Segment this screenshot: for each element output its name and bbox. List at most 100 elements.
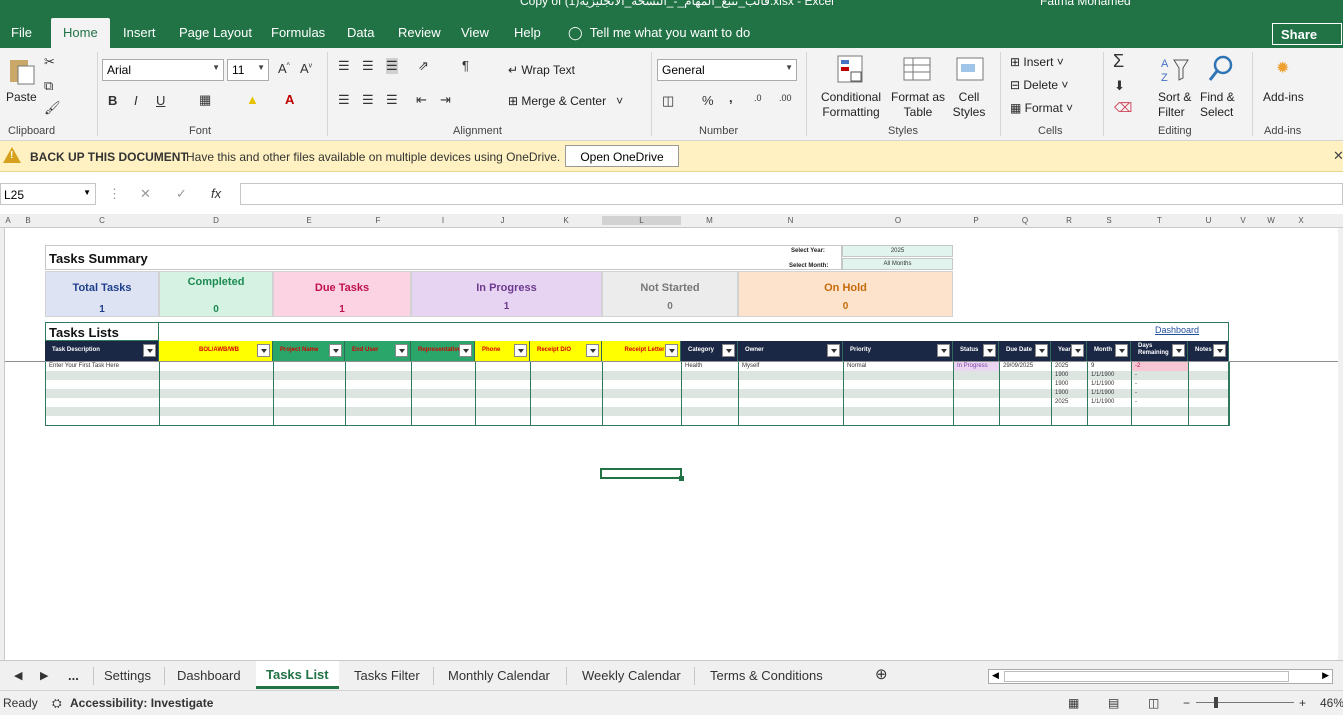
filter-dropdown-icon[interactable] [665, 344, 678, 357]
format-painter-icon[interactable]: 🖌 [44, 100, 61, 116]
table-cell[interactable]: - [1131, 398, 1188, 407]
column-header[interactable]: M [681, 216, 738, 225]
table-cell[interactable] [411, 407, 475, 416]
table-cell[interactable] [411, 371, 475, 380]
table-cell[interactable] [999, 380, 1051, 389]
column-header-cell[interactable]: Category [681, 341, 738, 361]
table-cell[interactable] [681, 398, 738, 407]
column-header[interactable]: A [4, 216, 12, 225]
table-cell[interactable] [681, 371, 738, 380]
column-header[interactable]: D [159, 216, 273, 225]
filter-dropdown-icon[interactable] [586, 344, 599, 357]
currency-icon[interactable]: ◫ [662, 93, 674, 109]
increase-font-icon[interactable]: A^ [278, 61, 290, 76]
table-cell[interactable] [602, 398, 681, 407]
table-cell[interactable] [159, 371, 273, 380]
decrease-indent-icon[interactable]: ⇤ [416, 92, 427, 108]
align-right-icon[interactable]: ☰ [386, 92, 398, 108]
tell-me-box[interactable]: ◯ Tell me what you want to do [568, 25, 750, 41]
conditional-formatting-button[interactable]: Conditional Formatting [820, 90, 882, 120]
select-year-value[interactable]: 2025 [842, 245, 953, 257]
table-cell[interactable]: Enter Your First Task Here [45, 362, 159, 371]
filter-dropdown-icon[interactable] [1213, 344, 1226, 357]
column-header[interactable]: J [475, 216, 530, 225]
column-header-cell[interactable]: Status [953, 341, 999, 361]
table-cell[interactable] [530, 398, 602, 407]
cell-styles-icon[interactable] [955, 54, 985, 84]
table-cell[interactable]: - [1131, 380, 1188, 389]
filter-dropdown-icon[interactable] [329, 344, 342, 357]
table-cell[interactable] [345, 389, 411, 398]
column-header-cell[interactable]: Owner [738, 341, 843, 361]
table-cell[interactable]: 29/09/2025 [999, 362, 1051, 371]
filter-dropdown-icon[interactable] [1172, 344, 1185, 357]
table-cell[interactable] [411, 389, 475, 398]
table-cell[interactable] [999, 407, 1051, 416]
table-cell[interactable] [843, 371, 953, 380]
fill-color-icon[interactable]: ▲ [246, 92, 259, 107]
table-cell[interactable] [345, 407, 411, 416]
column-header[interactable]: B [12, 216, 44, 225]
table-cell[interactable] [738, 407, 843, 416]
table-cell[interactable]: 1/1/1900 [1087, 380, 1131, 389]
table-cell[interactable] [345, 362, 411, 371]
paste-button[interactable]: Paste [6, 90, 37, 104]
orientation-icon[interactable]: ⇗ [418, 58, 429, 74]
table-cell[interactable]: In Progress [953, 362, 999, 371]
zoom-slider-thumb[interactable] [1214, 697, 1218, 708]
column-header-cell[interactable]: Representative [411, 341, 475, 361]
table-cell[interactable] [999, 398, 1051, 407]
table-cell[interactable] [843, 389, 953, 398]
table-cell[interactable] [475, 362, 530, 371]
table-cell[interactable] [530, 380, 602, 389]
table-cell[interactable] [475, 371, 530, 380]
sheet-tab-tasks-filter[interactable]: Tasks Filter [354, 668, 420, 683]
increase-decimal-icon[interactable]: .0 [754, 93, 762, 103]
tab-view[interactable]: View [461, 25, 489, 40]
percent-button[interactable]: % [702, 93, 714, 108]
column-header-cell[interactable]: Due Date [999, 341, 1051, 361]
zoom-out-icon[interactable]: − [1183, 696, 1190, 710]
comma-button[interactable]: , [729, 90, 733, 105]
column-header-cell[interactable]: Priority [843, 341, 953, 361]
fill-icon[interactable]: ⬇ [1114, 78, 1125, 94]
table-cell[interactable] [953, 380, 999, 389]
user-name[interactable]: Fatma Mohamed [1040, 0, 1131, 8]
filter-dropdown-icon[interactable] [827, 344, 840, 357]
dashboard-link[interactable]: Dashboard [1155, 325, 1199, 335]
column-header-cell[interactable]: Notes [1188, 341, 1229, 361]
table-cell[interactable] [530, 362, 602, 371]
table-cell[interactable] [738, 380, 843, 389]
scroll-left-icon[interactable]: ◀ [14, 669, 22, 682]
table-cell[interactable] [45, 407, 159, 416]
table-cell[interactable]: 9 [1087, 362, 1131, 371]
tab-help[interactable]: Help [514, 25, 541, 40]
column-header[interactable]: N [738, 216, 843, 225]
table-cell[interactable] [602, 362, 681, 371]
align-left-icon[interactable]: ☰ [338, 92, 350, 108]
table-cell[interactable] [530, 371, 602, 380]
column-header[interactable]: V [1229, 216, 1257, 225]
table-cell[interactable] [1087, 416, 1131, 425]
scroll-right-icon[interactable]: ▶ [1322, 670, 1329, 681]
table-cell[interactable] [953, 407, 999, 416]
accessibility-status[interactable]: Accessibility: Investigate [70, 696, 213, 710]
column-header[interactable]: U [1188, 216, 1229, 225]
table-cell[interactable] [1188, 362, 1229, 371]
table-cell[interactable] [273, 362, 345, 371]
column-header[interactable]: C [45, 216, 159, 225]
selected-cell[interactable] [600, 468, 684, 481]
table-cell[interactable] [602, 389, 681, 398]
scrollbar-thumb[interactable] [1004, 671, 1289, 682]
format-as-table-button[interactable]: Format as Table [890, 90, 946, 120]
find-select-button[interactable]: Find & Select [1200, 90, 1242, 120]
column-header[interactable]: S [1087, 216, 1131, 225]
cell-styles-button[interactable]: Cell Styles [948, 90, 990, 120]
tab-formulas[interactable]: Formulas [271, 25, 325, 40]
table-cell[interactable] [738, 371, 843, 380]
decrease-decimal-icon[interactable]: .00 [779, 93, 792, 103]
column-header-cell[interactable]: Month [1087, 341, 1131, 361]
table-cell[interactable] [45, 371, 159, 380]
font-size-combo[interactable]: 11 ▼ [227, 59, 269, 81]
column-header[interactable]: W [1257, 216, 1285, 225]
